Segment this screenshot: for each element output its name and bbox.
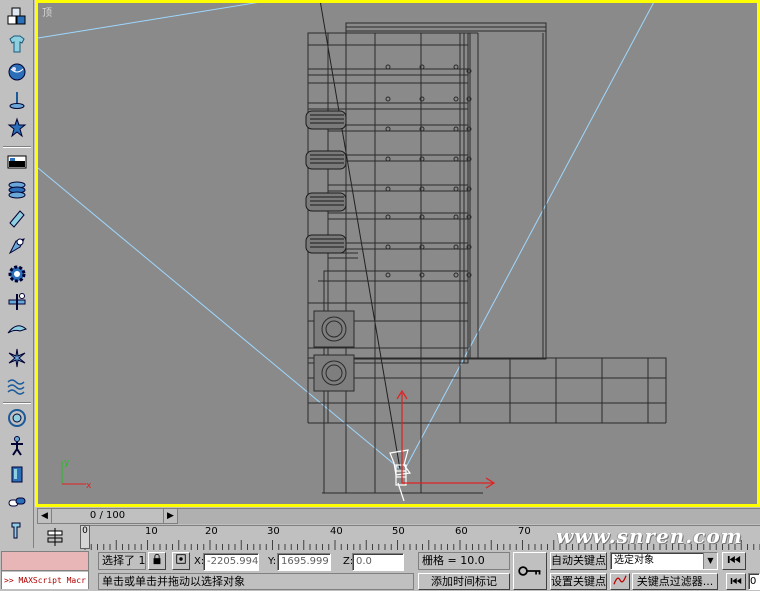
time-slider-track[interactable] [178,508,760,524]
absolute-mode-icon[interactable] [172,552,190,570]
pin-icon[interactable] [5,88,29,112]
star-figure-icon[interactable] [5,116,29,140]
time-slider-label: 0 / 100 [89,510,126,521]
chevron-down-icon[interactable]: ▼ [703,553,717,569]
maxscript-output[interactable]: >> MAXScript Macr [2,572,88,589]
disc-stack-icon[interactable] [5,178,29,202]
frame-thumb-label: 0 [82,526,88,536]
scene-wireframe: y x [38,3,667,502]
spring-icon[interactable] [5,406,29,430]
y-coordinate-field[interactable]: 1695.999 [277,553,331,571]
panel-icon[interactable] [5,150,29,174]
gear-icon[interactable] [5,262,29,286]
key-filters-button[interactable]: 关键点过滤器... [632,573,718,590]
wing-icon[interactable] [5,318,29,342]
tick-label: 70 [518,526,531,537]
selection-count: 选择了 1 [98,552,146,570]
trackbar-filter-icon[interactable] [45,528,67,546]
svg-text:x: x [86,481,92,491]
key-mode-select[interactable]: 选定对象 ▼ [610,552,718,570]
time-slider[interactable]: ◀ 0 / 100 ▶ [37,508,178,524]
box-stack-icon[interactable] [5,4,29,28]
auto-key-button[interactable]: 自动关键点 [550,552,607,570]
chevron-left-icon[interactable]: ◀ [38,509,52,523]
svg-text:y: y [64,458,70,468]
watermark-text: www.snren.com [556,524,743,548]
maxscript-listener[interactable]: >> MAXScript Macr [1,551,89,589]
current-frame-field[interactable]: 0 [748,573,760,590]
add-time-tag-button[interactable]: 添加时间标记 [418,573,510,590]
maxscript-input[interactable] [2,552,88,571]
hammer-icon[interactable] [5,518,29,542]
figure-icon[interactable] [5,434,29,458]
curve-icon[interactable] [610,573,630,590]
key-mode-value: 选定对象 [614,555,654,566]
tick-label: 20 [205,526,218,537]
tick-label: 10 [145,526,158,537]
chain-icon[interactable] [5,490,29,514]
y-label: Y: [268,556,277,567]
tick-label: 40 [330,526,343,537]
command-toolbar [0,0,34,548]
set-key-button[interactable]: 设置关键点 [550,573,607,590]
lock-icon[interactable] [148,552,166,570]
burst-icon[interactable] [5,346,29,370]
top-viewport[interactable]: 顶 y x [35,0,760,507]
hierarchy-icon[interactable] [5,290,29,314]
tick-label: 60 [455,526,468,537]
frame-thumb[interactable]: 0 [80,525,90,549]
chevron-right-icon[interactable]: ▶ [163,509,177,523]
shirt-icon[interactable] [5,32,29,56]
goto-start-icon[interactable] [722,552,746,570]
wave-icon[interactable] [5,374,29,398]
x-coordinate-field[interactable]: -2205.994 [203,553,259,571]
grid-size: 栅格 = 10.0 [418,552,510,570]
cylinder-icon[interactable] [5,206,29,230]
goto-start-small-icon[interactable] [726,573,746,590]
key-icon[interactable] [513,552,547,590]
sphere-icon[interactable] [5,60,29,84]
tick-label: 30 [267,526,280,537]
tick-label: 50 [392,526,405,537]
cone-icon[interactable] [5,234,29,258]
prompt-line: 单击或单击并拖动以选择对象 [98,573,414,590]
z-coordinate-field[interactable]: 0.0 [352,553,404,571]
bottle-icon[interactable] [5,462,29,486]
